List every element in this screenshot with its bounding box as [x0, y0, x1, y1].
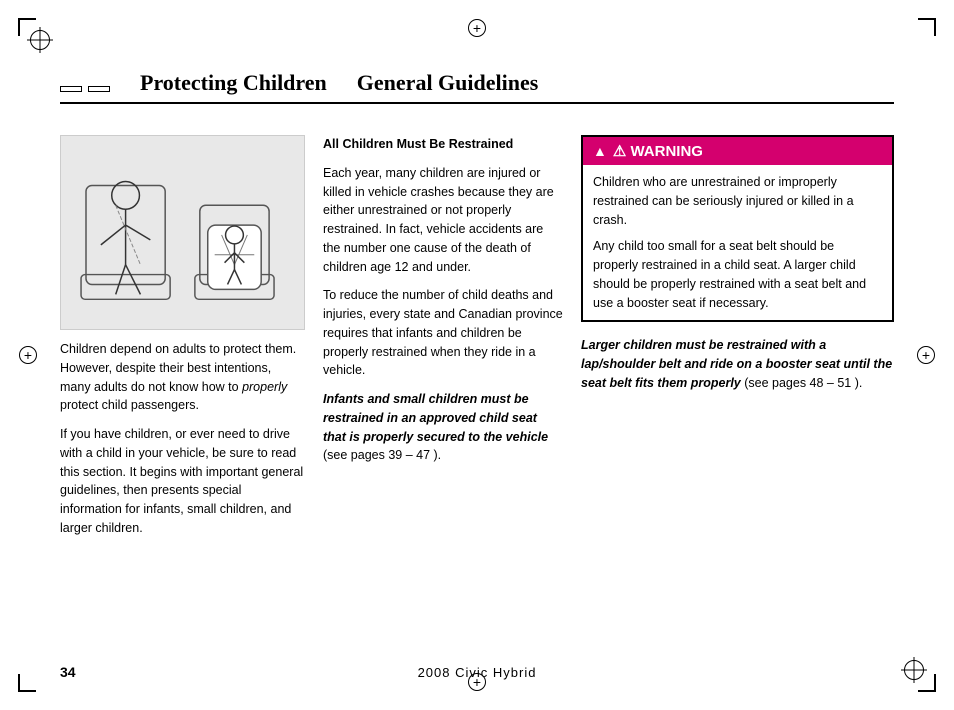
middle-title: All Children Must Be Restrained [323, 137, 513, 151]
target-tl [30, 30, 50, 50]
corner-mark-tr [906, 18, 936, 48]
middle-para3-end: (see pages 39 – 47 ). [323, 448, 441, 462]
page-number: 34 [60, 664, 76, 680]
warning-triangle-icon: ▲ [593, 143, 607, 159]
warning-body: Children who are unrestrained or imprope… [583, 165, 892, 320]
right-column: ▲ ⚠ WARNING Children who are unrestraine… [581, 135, 894, 630]
car-seat-svg [61, 136, 304, 329]
main-content: Children depend on adults to protect the… [60, 135, 894, 630]
section-title-guidelines: General Guidelines [357, 70, 539, 96]
right-bottom-end: (see pages 48 – 51 ). [741, 376, 863, 390]
warning-box: ▲ ⚠ WARNING Children who are unrestraine… [581, 135, 894, 322]
middle-para1: Each year, many children are injured or … [323, 164, 563, 277]
left-para1-after: protect child passengers. [60, 398, 199, 412]
car-seat-illustration [60, 135, 305, 330]
middle-para3-bold: Infants and small children must be restr… [323, 392, 548, 444]
reg-mark-right [916, 345, 936, 365]
left-column: Children depend on adults to protect the… [60, 135, 305, 630]
footer-center: 2008 Civic Hybrid [418, 665, 537, 680]
left-para2: If you have children, or ever need to dr… [60, 425, 305, 538]
header-tab-1 [60, 86, 82, 92]
warning-para2: Any child too small for a seat belt shou… [593, 237, 882, 312]
section-title-protecting: Protecting Children [140, 70, 327, 96]
middle-para3: Infants and small children must be restr… [323, 390, 563, 465]
left-text-block: Children depend on adults to protect the… [60, 340, 305, 538]
header-tab-2 [88, 86, 110, 92]
reg-mark-left [18, 345, 38, 365]
page-header: Protecting Children General Guidelines [60, 70, 894, 104]
middle-para2: To reduce the number of child deaths and… [323, 286, 563, 380]
middle-text-block: All Children Must Be Restrained Each yea… [323, 135, 563, 465]
target-br [904, 660, 924, 680]
corner-mark-bl [18, 662, 48, 692]
warning-header: ▲ ⚠ WARNING [583, 137, 892, 165]
reg-mark-top [467, 18, 487, 38]
warning-title: ⚠ WARNING [613, 142, 703, 160]
right-bottom-text: Larger children must be restrained with … [581, 336, 894, 392]
middle-column: All Children Must Be Restrained Each yea… [323, 135, 563, 630]
warning-para1: Children who are unrestrained or imprope… [593, 173, 882, 229]
left-para1-italic: properly [242, 380, 287, 394]
